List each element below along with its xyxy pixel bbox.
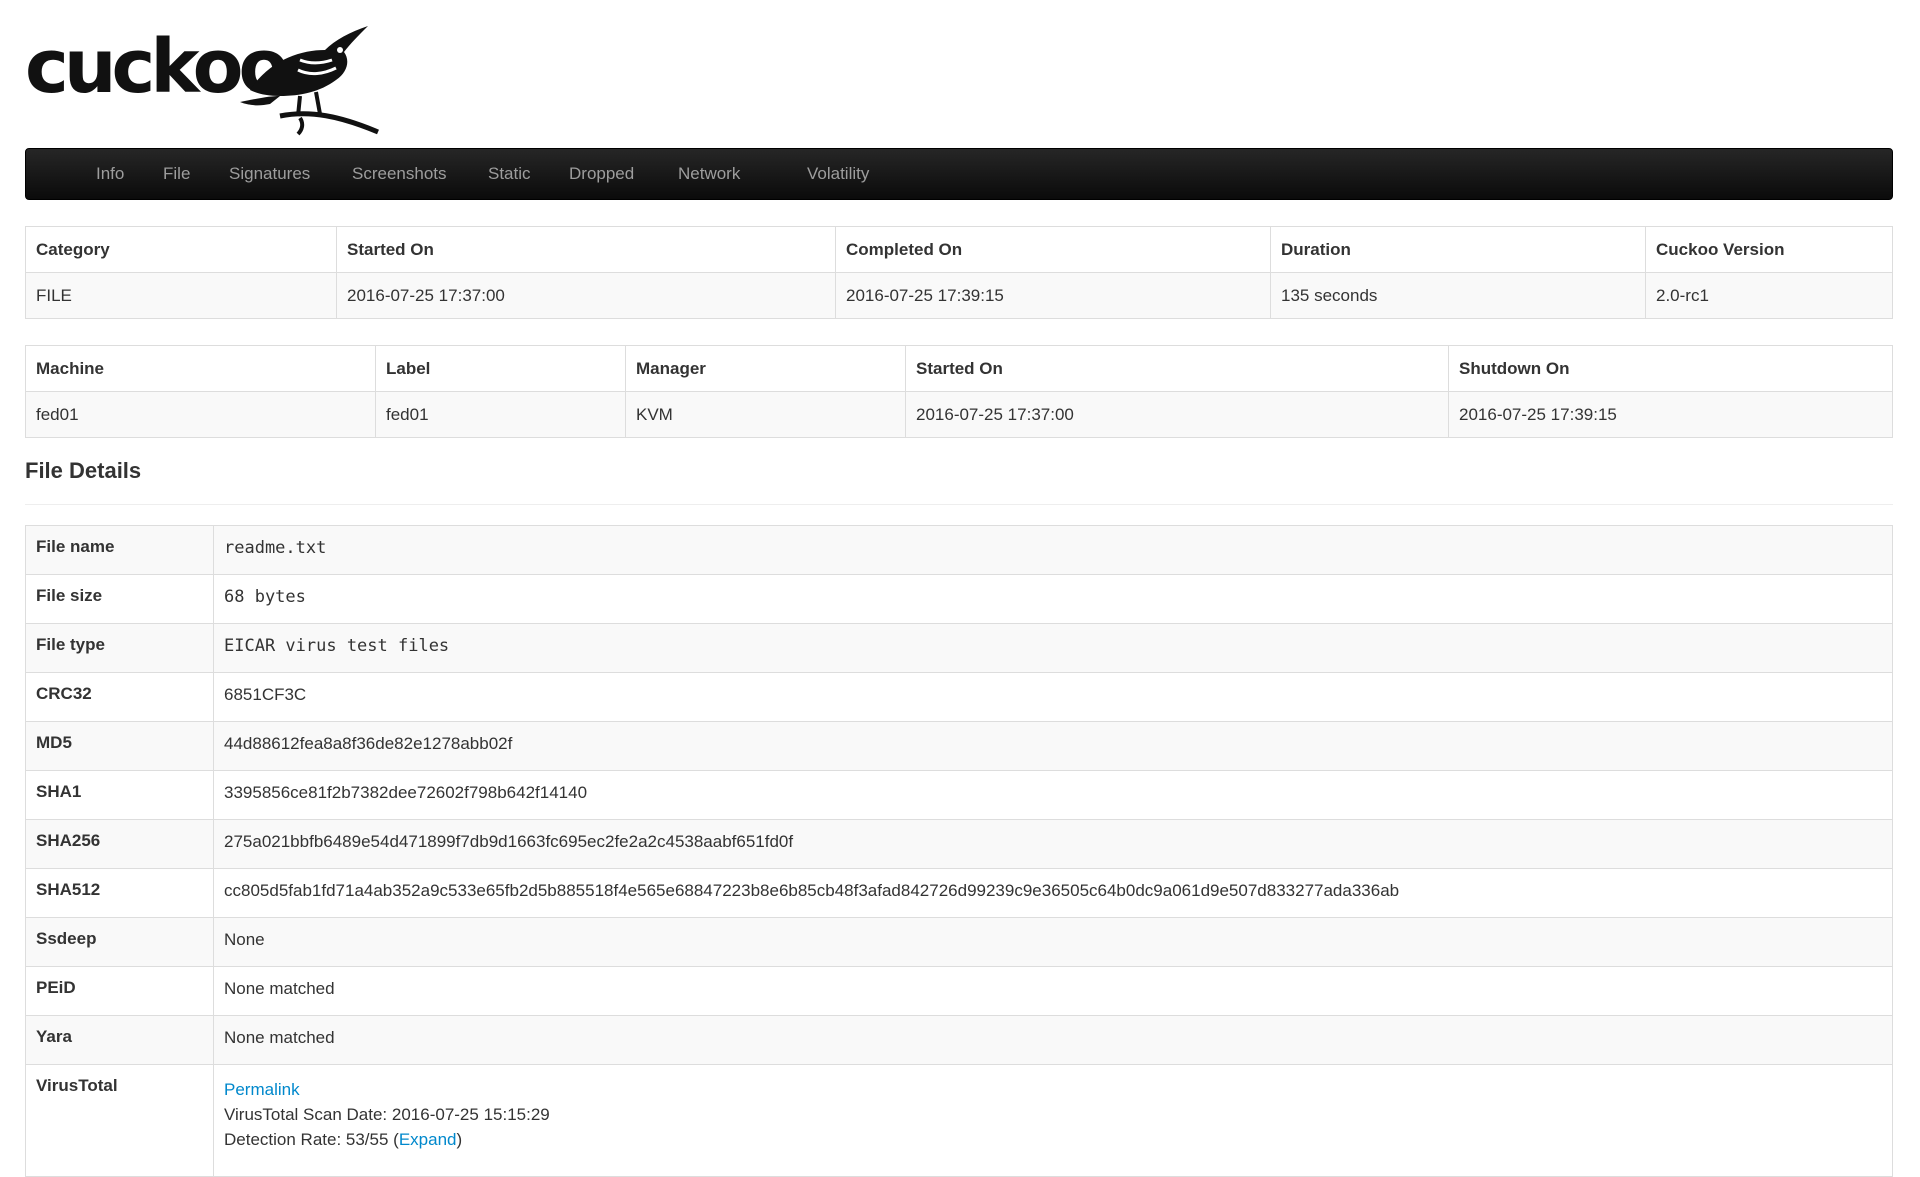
file-row-type: File type EICAR virus test files: [25, 623, 1893, 673]
header-started-on: Started On: [336, 226, 836, 273]
file-row-sha1: SHA1 3395856ce81f2b7382dee72602f798b642f…: [25, 770, 1893, 820]
label-sha512: SHA512: [25, 868, 214, 918]
detection-rate-close: ): [456, 1130, 463, 1149]
label-virustotal: VirusTotal: [25, 1064, 214, 1177]
header-manager: Manager: [625, 345, 906, 392]
table-header-row: Machine Label Manager Started On Shutdow…: [25, 345, 1893, 392]
header-shutdown-on: Shutdown On: [1448, 345, 1893, 392]
file-row-yara: Yara None matched: [25, 1015, 1893, 1065]
value-file-name: readme.txt: [213, 525, 1893, 575]
value-file-size: 68 bytes: [213, 574, 1893, 624]
value-md5: 44d88612fea8a8f36de82e1278abb02f: [213, 721, 1893, 771]
file-row-name: File name readme.txt: [25, 525, 1893, 575]
label-peid: PEiD: [25, 966, 214, 1016]
header-machine: Machine: [25, 345, 376, 392]
machine-info-table: Machine Label Manager Started On Shutdow…: [25, 345, 1893, 438]
label-file-name: File name: [25, 525, 214, 575]
header-category: Category: [25, 226, 337, 273]
virustotal-detection-rate: Detection Rate: 53/55 (Expand): [224, 1127, 1882, 1152]
nav-network[interactable]: Network: [678, 164, 740, 184]
cell-started-on: 2016-07-25 17:37:00: [336, 272, 836, 319]
header-completed-on: Completed On: [835, 226, 1271, 273]
file-details-table: File name readme.txt File size 68 bytes …: [25, 525, 1893, 1177]
cell-label: fed01: [375, 391, 626, 438]
label-ssdeep: Ssdeep: [25, 917, 214, 967]
main-navbar: Info File Signatures Screenshots Static …: [25, 148, 1893, 200]
file-row-sha512: SHA512 cc805d5fab1fd71a4ab352a9c533e65fb…: [25, 868, 1893, 918]
nav-dropped[interactable]: Dropped: [569, 164, 634, 184]
label-md5: MD5: [25, 721, 214, 771]
detection-rate-text: Detection Rate: 53/55 (: [224, 1130, 399, 1149]
header-cuckoo-version: Cuckoo Version: [1645, 226, 1893, 273]
file-details-title: File Details: [25, 458, 142, 483]
cell-shutdown-on: 2016-07-25 17:39:15: [1448, 391, 1893, 438]
virustotal-permalink[interactable]: Permalink: [224, 1080, 300, 1099]
file-row-peid: PEiD None matched: [25, 966, 1893, 1016]
nav-file[interactable]: File: [163, 164, 190, 184]
value-virustotal: Permalink VirusTotal Scan Date: 2016-07-…: [213, 1064, 1893, 1177]
virustotal-scan-date: VirusTotal Scan Date: 2016-07-25 15:15:2…: [224, 1105, 550, 1124]
file-row-crc32: CRC32 6851CF3C: [25, 672, 1893, 722]
cuckoo-logo[interactable]: cuckoo: [25, 20, 380, 136]
file-row-md5: MD5 44d88612fea8a8f36de82e1278abb02f: [25, 721, 1893, 771]
value-sha512: cc805d5fab1fd71a4ab352a9c533e65fb2d5b885…: [213, 868, 1893, 918]
nav-info[interactable]: Info: [96, 164, 124, 184]
cell-duration: 135 seconds: [1270, 272, 1646, 319]
cell-cuckoo-version: 2.0-rc1: [1645, 272, 1893, 319]
nav-static[interactable]: Static: [488, 164, 531, 184]
value-ssdeep: None: [213, 917, 1893, 967]
value-sha256: 275a021bbfb6489e54d471899f7db9d1663fc695…: [213, 819, 1893, 869]
label-file-type: File type: [25, 623, 214, 673]
nav-signatures[interactable]: Signatures: [229, 164, 310, 184]
table-header-row: Category Started On Completed On Duratio…: [25, 226, 1893, 273]
cell-category: FILE: [25, 272, 337, 319]
file-row-ssdeep: Ssdeep None: [25, 917, 1893, 967]
table-row: FILE 2016-07-25 17:37:00 2016-07-25 17:3…: [25, 272, 1893, 319]
value-peid: None matched: [213, 966, 1893, 1016]
label-yara: Yara: [25, 1015, 214, 1065]
value-crc32: 6851CF3C: [213, 672, 1893, 722]
cuckoo-bird-icon: [240, 26, 379, 136]
value-yara: None matched: [213, 1015, 1893, 1065]
header-duration: Duration: [1270, 226, 1646, 273]
cell-machine: fed01: [25, 391, 376, 438]
section-divider: [25, 504, 1893, 505]
cell-completed-on: 2016-07-25 17:39:15: [835, 272, 1271, 319]
value-file-type: EICAR virus test files: [213, 623, 1893, 673]
file-row-sha256: SHA256 275a021bbfb6489e54d471899f7db9d16…: [25, 819, 1893, 869]
header-label: Label: [375, 345, 626, 392]
cell-manager: KVM: [625, 391, 906, 438]
file-row-virustotal: VirusTotal Permalink VirusTotal Scan Dat…: [25, 1064, 1893, 1177]
header-started-on: Started On: [905, 345, 1449, 392]
nav-volatility[interactable]: Volatility: [807, 164, 869, 184]
expand-link[interactable]: Expand: [399, 1130, 457, 1149]
label-file-size: File size: [25, 574, 214, 624]
label-sha1: SHA1: [25, 770, 214, 820]
file-row-size: File size 68 bytes: [25, 574, 1893, 624]
table-row: fed01 fed01 KVM 2016-07-25 17:37:00 2016…: [25, 391, 1893, 438]
label-sha256: SHA256: [25, 819, 214, 869]
value-sha1: 3395856ce81f2b7382dee72602f798b642f14140: [213, 770, 1893, 820]
analysis-info-table: Category Started On Completed On Duratio…: [25, 226, 1893, 319]
nav-screenshots[interactable]: Screenshots: [352, 164, 447, 184]
label-crc32: CRC32: [25, 672, 214, 722]
cell-started-on: 2016-07-25 17:37:00: [905, 391, 1449, 438]
